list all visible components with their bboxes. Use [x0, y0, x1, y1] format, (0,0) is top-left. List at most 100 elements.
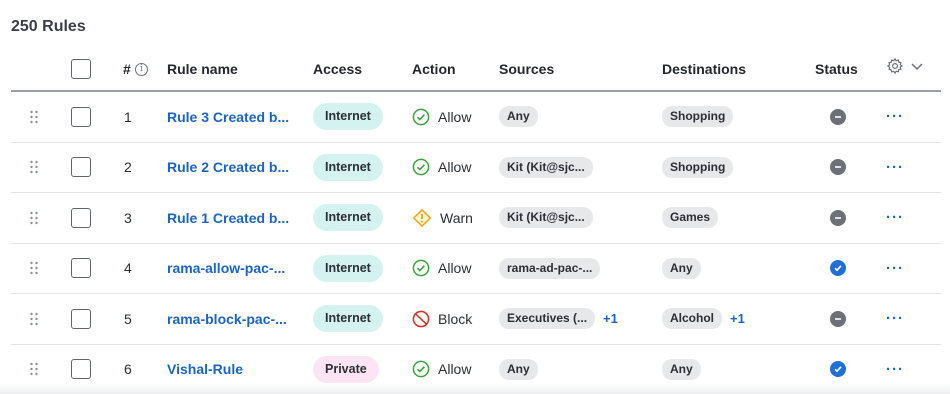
- rules-table: # i Rule name Access Action Sources Dest…: [11, 48, 941, 394]
- rules-count: 250 Rules: [11, 18, 86, 35]
- info-icon[interactable]: i: [134, 62, 148, 76]
- access-badge: Internet: [313, 204, 383, 232]
- source-more-link[interactable]: +1: [603, 311, 618, 326]
- action-label: Allow: [438, 260, 472, 277]
- destination-tag: Shopping: [662, 156, 734, 178]
- access-badge: Internet: [313, 305, 383, 333]
- status-header[interactable]: Status: [815, 48, 875, 90]
- table-header: # i Rule name Access Action Sources Dest…: [11, 48, 941, 92]
- source-tag: Kit (Kit@sjc...: [499, 156, 593, 178]
- status-disabled-icon[interactable]: [830, 159, 846, 176]
- row-checkbox[interactable]: [71, 258, 91, 279]
- drag-handle-icon[interactable]: [29, 110, 39, 124]
- rule-name-link[interactable]: Rule 2 Created b...: [167, 159, 289, 175]
- drag-handle-icon[interactable]: [29, 211, 39, 225]
- status-disabled-icon[interactable]: [830, 209, 846, 226]
- row-checkbox[interactable]: [71, 359, 91, 380]
- check-circle-icon: [412, 158, 430, 176]
- action-cell: Allow: [412, 259, 471, 277]
- table-row[interactable]: 1 Rule 3 Created b... Internet Allow Any Shop…: [11, 92, 941, 143]
- warning-icon: [412, 208, 432, 228]
- destination-tag: Any: [662, 257, 701, 279]
- action-label: Block: [438, 310, 473, 327]
- rule-number: 3: [124, 209, 132, 226]
- access-badge: Internet: [313, 103, 383, 131]
- source-tag: Any: [499, 106, 538, 128]
- table-row[interactable]: 4 rama-allow-pac-... Internet Allow rama-ad-…: [11, 244, 941, 294]
- action-cell: Allow: [412, 158, 471, 176]
- chevron-down-icon[interactable]: [910, 59, 924, 73]
- source-tag: Kit (Kit@sjc...: [499, 207, 593, 229]
- select-all-cell: [71, 48, 93, 90]
- rule-number: 6: [124, 361, 132, 378]
- rule-number: 1: [124, 108, 132, 125]
- action-cell: Warn: [412, 208, 473, 228]
- table-row[interactable]: 2 Rule 2 Created b... Internet Allow Kit (Ki…: [11, 143, 941, 193]
- drag-handle[interactable]: [29, 244, 49, 294]
- drag-handle-icon[interactable]: [29, 160, 39, 174]
- check-circle-icon: [412, 108, 430, 126]
- source-tag: Any: [499, 358, 538, 380]
- action-cell: Allow: [412, 360, 471, 378]
- more-actions-button[interactable]: ···: [886, 260, 904, 277]
- gear-icon[interactable]: [886, 57, 904, 75]
- more-actions-button[interactable]: ···: [886, 108, 904, 125]
- action-cell: Allow: [412, 108, 471, 126]
- row-checkbox[interactable]: [71, 106, 91, 127]
- rule-name-link[interactable]: Vishal-Rule: [167, 361, 243, 377]
- rule-number: 2: [124, 159, 132, 176]
- block-icon: [412, 310, 430, 328]
- access-badge: Private: [313, 355, 379, 383]
- access-header[interactable]: Access: [313, 48, 405, 90]
- row-checkbox[interactable]: [71, 207, 91, 228]
- drag-handle-icon[interactable]: [29, 312, 39, 326]
- check-circle-icon: [412, 360, 430, 378]
- destination-tag: Games: [662, 207, 719, 229]
- status-enabled-icon[interactable]: [830, 361, 846, 378]
- action-cell: Block: [412, 310, 472, 328]
- select-all-checkbox[interactable]: [71, 59, 91, 79]
- bottom-fade: [0, 384, 950, 394]
- num-header-label: #: [123, 61, 131, 77]
- rule-name-link[interactable]: rama-allow-pac-...: [167, 260, 285, 276]
- rule-name-header[interactable]: Rule name: [167, 48, 307, 90]
- rule-name-link[interactable]: Rule 3 Created b...: [167, 109, 289, 125]
- more-actions-button[interactable]: ···: [886, 209, 904, 226]
- destination-more-link[interactable]: +1: [730, 311, 745, 326]
- drag-handle-icon[interactable]: [29, 261, 39, 275]
- more-actions-button[interactable]: ···: [886, 361, 904, 378]
- drag-handle[interactable]: [29, 294, 49, 344]
- source-tag: Executives (...: [499, 308, 596, 330]
- rule-name-link[interactable]: rama-block-pac-...: [167, 311, 287, 327]
- access-badge: Internet: [313, 254, 383, 282]
- table-row[interactable]: 5 rama-block-pac-... Internet Block Executiv…: [11, 294, 941, 345]
- drag-handle[interactable]: [29, 143, 49, 193]
- rule-number: 4: [124, 260, 132, 277]
- status-disabled-icon[interactable]: [830, 108, 846, 125]
- source-tag: rama-ad-pac-...: [499, 257, 601, 279]
- status-disabled-icon[interactable]: [830, 310, 846, 327]
- row-checkbox[interactable]: [71, 157, 91, 178]
- row-checkbox[interactable]: [71, 308, 91, 329]
- check-circle-icon: [412, 259, 430, 277]
- column-settings[interactable]: [886, 48, 926, 90]
- more-actions-button[interactable]: ···: [886, 159, 904, 176]
- table-row[interactable]: 3 Rule 1 Created b... Internet Warn Kit (Kit…: [11, 193, 941, 244]
- more-actions-button[interactable]: ···: [886, 310, 904, 327]
- action-label: Allow: [438, 361, 472, 378]
- drag-handle[interactable]: [29, 193, 49, 243]
- destinations-header[interactable]: Destinations: [662, 48, 802, 90]
- action-label: Allow: [438, 108, 472, 125]
- drag-handle-icon[interactable]: [29, 362, 39, 376]
- sources-header[interactable]: Sources: [499, 48, 657, 90]
- num-header: # i: [123, 48, 163, 90]
- rule-number: 5: [124, 310, 132, 327]
- rule-name-link[interactable]: Rule 1 Created b...: [167, 210, 289, 226]
- drag-handle[interactable]: [29, 92, 49, 142]
- action-header[interactable]: Action: [412, 48, 492, 90]
- action-label: Allow: [438, 159, 472, 176]
- destination-tag: Shopping: [662, 106, 734, 128]
- status-enabled-icon[interactable]: [830, 260, 846, 277]
- destination-tag: Any: [662, 358, 701, 380]
- destination-tag: Alcohol: [662, 308, 722, 330]
